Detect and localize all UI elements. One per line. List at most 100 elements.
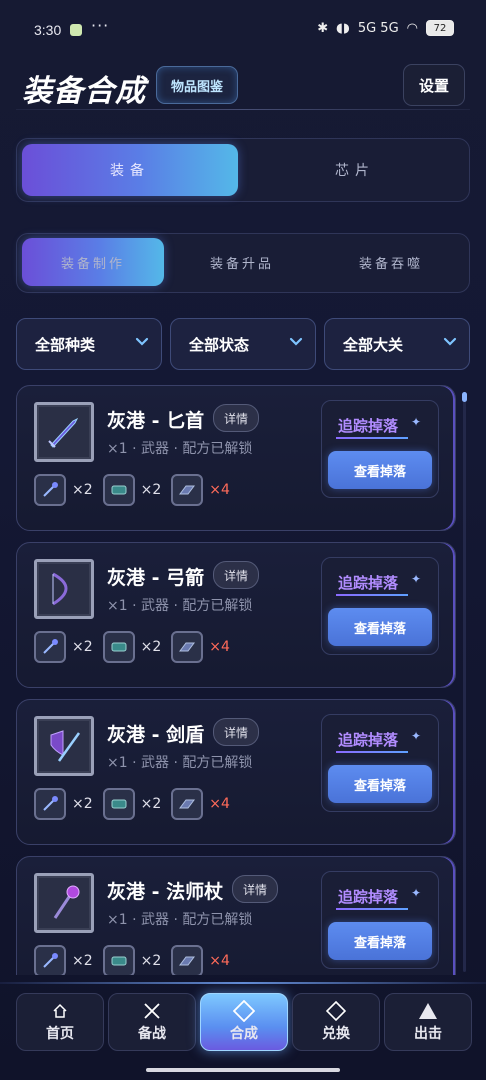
nav-synthesis-label: 合成 [230,1026,258,1042]
tab-equipment-upgrade[interactable]: 装备升品 [171,238,313,286]
recipe-list[interactable]: 灰港 - 匕首 详情 ×1 · 武器 · 配方已解锁 ×2 ×2 ×4 追踪掉落… [16,385,456,975]
diamond-icon [233,1000,255,1022]
more-notifications-icon: ··· [91,16,110,35]
material-item[interactable]: ×2 [34,788,93,820]
list-scrollbar[interactable] [462,392,467,972]
view-drop-button[interactable]: 查看掉落 [328,451,432,489]
gear-material-icon [171,945,204,975]
tab-equipment-devour[interactable]: 装备吞噬 [320,238,462,286]
recipe-card[interactable]: 灰港 - 法师杖 详情 ×1 · 武器 · 配方已解锁 ×2 ×2 ×4 追踪掉… [16,856,456,975]
material-item[interactable]: ×2 [34,631,93,663]
sparkle-icon: ✦ [411,729,422,743]
material-qty: ×2 [72,953,93,969]
item-name: 灰港 - 弓箭 [107,567,205,589]
material-qty: ×2 [140,796,162,812]
scrollbar-thumb[interactable] [462,392,467,402]
recipe-card[interactable]: 灰港 - 剑盾 详情 ×1 · 武器 · 配方已解锁 ×2 ×2 ×4 追踪掉落… [16,699,456,845]
track-drop-link[interactable]: 追踪掉落 [338,886,398,907]
detail-button[interactable]: 详情 [232,875,279,903]
header-divider [16,109,470,110]
track-underline [336,594,408,596]
material-qty: ×2 [140,639,162,655]
status-time: 3:30 [34,22,62,38]
drop-panel: 追踪掉落 ✦ 查看掉落 [321,871,439,969]
nav-prepare[interactable]: 备战 [108,993,196,1051]
detail-button[interactable]: 详情 [213,561,260,589]
wifi-icon: ◠ [406,20,418,36]
chevron-down-icon [443,337,457,346]
nav-sortie[interactable]: 出击 [384,993,472,1051]
filter-type[interactable]: 全部种类 [16,318,162,370]
gear-material-icon [171,788,204,820]
track-drop-link[interactable]: 追踪掉落 [338,572,398,593]
filter-stage[interactable]: 全部大关 [324,318,470,370]
item-thumbnail [34,559,94,619]
material-qty: ×2 [72,639,93,655]
track-underline [336,908,408,910]
signal-icon: 5G 5G [357,20,399,36]
material-item[interactable]: ×4 [171,631,230,663]
item-thumbnail [34,716,94,776]
recipe-card[interactable]: 灰港 - 匕首 详情 ×1 · 武器 · 配方已解锁 ×2 ×2 ×4 追踪掉落… [16,385,456,531]
item-thumbnail [34,402,94,462]
materials-row: ×2 ×2 ×4 [34,474,240,506]
view-drop-button[interactable]: 查看掉落 [328,922,432,960]
nav-divider [0,982,486,984]
battery-icon: 72 [426,20,454,36]
material-qty: ×2 [140,953,162,969]
settings-button[interactable]: 设置 [403,64,465,106]
chip-material-icon [102,788,135,820]
sparkle-icon: ✦ [411,415,422,429]
nav-exchange[interactable]: 兑换 [292,993,380,1051]
triangle-icon [418,1001,438,1021]
track-underline [336,751,408,753]
filter-type-label: 全部种类 [35,335,96,354]
status-right: ✱ ◖◗ 5G 5G ◠ 72 [317,20,454,36]
tab-equipment-craft[interactable]: 装备制作 [22,238,164,286]
sword-shield-icon [50,730,81,762]
nav-exchange-label: 兑换 [322,1026,350,1042]
item-catalog-button[interactable]: 物品图鉴 [156,66,238,104]
material-item[interactable]: ×4 [171,788,230,820]
rod-material-icon [34,788,66,820]
material-item[interactable]: ×4 [171,474,230,506]
filter-stage-label: 全部大关 [343,335,404,354]
diamond-outline-icon [326,1001,346,1021]
material-item[interactable]: ×2 [102,945,162,975]
chip-material-icon [102,945,135,975]
material-item[interactable]: ×2 [102,474,162,506]
sparkle-icon: ✦ [411,572,422,586]
materials-row: ×2 ×2 ×4 [34,945,240,975]
nav-home[interactable]: 首页 [16,993,104,1051]
home-indicator[interactable] [146,1068,340,1072]
drop-panel: 追踪掉落 ✦ 查看掉落 [321,557,439,655]
status-bar: 3:30 ··· ✱ ◖◗ 5G 5G ◠ 72 [0,0,486,56]
gear-material-icon [171,631,204,663]
material-qty: ×4 [209,796,230,812]
track-drop-link[interactable]: 追踪掉落 [338,729,398,750]
drop-panel: 追踪掉落 ✦ 查看掉落 [321,400,439,498]
nav-synthesis[interactable]: 合成 [200,993,288,1051]
track-drop-link[interactable]: 追踪掉落 [338,415,398,436]
material-item[interactable]: ×2 [34,945,93,975]
dagger-icon [48,417,79,448]
material-item[interactable]: ×2 [102,788,162,820]
filter-status[interactable]: 全部状态 [170,318,316,370]
material-item[interactable]: ×2 [34,474,93,506]
tab-equipment[interactable]: 装备 [22,144,238,196]
bow-icon [52,572,68,606]
view-drop-button[interactable]: 查看掉落 [328,765,432,803]
material-qty: ×4 [209,953,230,969]
detail-button[interactable]: 详情 [213,404,260,432]
detail-button[interactable]: 详情 [213,718,260,746]
tab-chip[interactable]: 芯片 [247,144,463,196]
material-qty: ×2 [140,482,162,498]
view-drop-button[interactable]: 查看掉落 [328,608,432,646]
materials-row: ×2 ×2 ×4 [34,788,240,820]
material-item[interactable]: ×4 [171,945,230,975]
rod-material-icon [34,631,66,663]
item-meta: ×1 · 武器 · 配方已解锁 [107,598,253,614]
page-title: 装备合成 [22,74,146,109]
recipe-card[interactable]: 灰港 - 弓箭 详情 ×1 · 武器 · 配方已解锁 ×2 ×2 ×4 追踪掉落… [16,542,456,688]
material-item[interactable]: ×2 [102,631,162,663]
